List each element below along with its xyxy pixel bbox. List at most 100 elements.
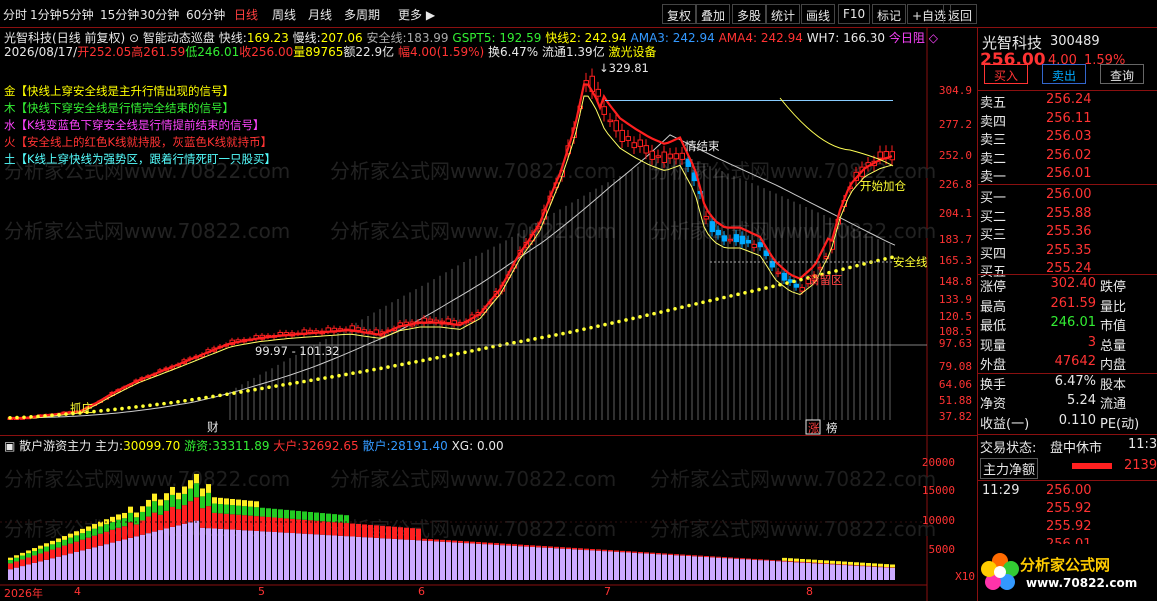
flow-bar-segment (176, 492, 181, 500)
flow-bar-segment (200, 488, 205, 497)
order-label: 买四 (980, 246, 1007, 262)
range-label: 99.97 - 101.32 (255, 344, 340, 358)
bid-row[interactable]: 买一 256.00 (980, 187, 1150, 206)
flow-bar-segment (356, 536, 361, 580)
period-tab-8[interactable]: 月线 (308, 6, 332, 23)
query-button[interactable]: 查询 (1100, 64, 1144, 84)
flow-bar-segment (632, 552, 637, 580)
toolbar-button-2[interactable]: 多股 (732, 4, 767, 24)
period-tab-2[interactable]: 5分钟 (62, 6, 94, 23)
toolbar-button-3[interactable]: 统计 (766, 4, 801, 24)
safe-line-dot (561, 331, 565, 336)
period-tab-4[interactable]: 30分钟 (140, 6, 179, 23)
buy-button[interactable]: 买入 (984, 64, 1028, 84)
flow-bar-segment (248, 506, 253, 516)
ask-row[interactable]: 卖三 256.03 (980, 129, 1150, 148)
flow-bar-segment (566, 549, 571, 580)
safe-line-dot (729, 294, 733, 298)
flow-bar-segment (326, 513, 331, 522)
flow-bar-segment (746, 559, 751, 580)
quote-value: 6.47% (1054, 373, 1096, 389)
period-tab-0[interactable]: 分时 (3, 6, 27, 23)
toolbar-button-4[interactable]: 画线 (801, 4, 836, 24)
flow-bar-segment (518, 544, 523, 547)
toolbar-button-0[interactable]: 复权 (662, 4, 697, 24)
toolbar-button-8[interactable]: 返回 (943, 4, 978, 24)
toolbar-button-1[interactable]: 叠加 (696, 4, 731, 24)
volume-indicator-panel[interactable]: 分析家公式网www.70822.com 分析家公式网www.70822.com 分析… (0, 435, 977, 601)
flow-bar-segment (56, 556, 61, 580)
toolbar-button-5[interactable]: F10 (838, 4, 871, 24)
period-tab-9[interactable]: 多周期 (344, 6, 380, 23)
flow-bar-segment (860, 562, 865, 566)
candle-body (721, 235, 727, 242)
quote-concept: 激光设备 (608, 45, 657, 59)
flow-bar-segment (650, 553, 655, 580)
flow-bar-segment (464, 543, 469, 580)
candle-body (679, 152, 685, 160)
safe-line-dot (43, 414, 47, 418)
flow-bar-segment (854, 565, 859, 566)
period-tab-10[interactable]: 更多 ▶ (398, 6, 435, 23)
flow-bar-segment (284, 532, 289, 580)
bid-row[interactable]: 买四 255.35 (980, 243, 1150, 262)
safe-line-dot (372, 367, 376, 372)
period-tab-1[interactable]: 1分钟 (30, 6, 62, 23)
flow-bar-segment (110, 516, 115, 522)
order-label: 卖四 (980, 114, 1007, 130)
flow-bar-segment (812, 562, 817, 564)
tick-row: 255.92 (980, 501, 1156, 520)
flow-bar-segment (38, 553, 43, 562)
flow-bar-segment (590, 549, 595, 551)
flow-bar-segment (656, 553, 661, 555)
candle-body (637, 139, 643, 147)
period-tab-3[interactable]: 15分钟 (100, 6, 139, 23)
flow-bar-segment (824, 563, 829, 580)
candle-body (607, 119, 613, 123)
flow-bar-segment (614, 551, 619, 580)
period-tab-5[interactable]: 60分钟 (186, 6, 225, 23)
sell-button[interactable]: 卖出 (1042, 64, 1086, 84)
ask-row[interactable]: 卖一 256.01 (980, 166, 1150, 185)
ask-row[interactable]: 卖四 256.11 (980, 111, 1150, 130)
flow-bar-segment (80, 550, 85, 580)
ask-row[interactable]: 卖五 256.24 (980, 92, 1150, 111)
flow-bar-segment (620, 552, 625, 580)
quote-close: 收256.00 (239, 45, 294, 59)
flow-bar-segment (164, 528, 169, 580)
logo-url: www.70822.com (1026, 576, 1138, 590)
safe-line-dot (715, 297, 719, 301)
price-tick-8: 133.9 (938, 293, 972, 306)
bid-row[interactable]: 买三 255.36 (980, 224, 1150, 243)
price-tick-1: 277.2 (938, 118, 972, 131)
flow-bar-segment (770, 560, 775, 580)
toolbar-button-6[interactable]: 标记 (872, 4, 907, 24)
flow-bar-segment (68, 533, 73, 538)
indicator-dropdown-icon[interactable]: ▣ (4, 439, 15, 453)
flow-bar-segment (638, 553, 643, 580)
indicator-title[interactable]: 散户游资主力 (19, 439, 91, 453)
candle-body (781, 272, 787, 281)
flow-bar-segment (350, 523, 355, 537)
signal-annotation-0: 金【快线上穿安全线是主升行情出现的信号】 (4, 84, 234, 98)
flow-bar-segment (170, 486, 175, 495)
capital-flow-chart[interactable]: 分析家公式网www.70822.com 分析家公式网www.70822.com 分析… (0, 436, 977, 601)
flow-bar-segment (62, 539, 67, 546)
period-tab-6[interactable]: 日线 (234, 6, 258, 23)
kline-chart-panel[interactable]: 分析家公式网www.70822.com 分析家公式网www.70822.com 分析… (0, 28, 977, 435)
flow-bar-segment (518, 546, 523, 580)
ask-row[interactable]: 卖二 256.02 (980, 148, 1150, 167)
watermark-text: 分析家公式网www.70822.com (330, 219, 616, 243)
bid-row[interactable]: 买二 255.88 (980, 206, 1150, 225)
flow-bar-segment (176, 509, 181, 526)
logo-text: 分析家公式网 (1020, 556, 1111, 574)
flow-bar-segment (218, 513, 223, 529)
flow-bar-segment (662, 554, 667, 580)
flow-bar-segment (680, 554, 685, 556)
flow-bar-segment (158, 505, 163, 515)
flow-bar-segment (422, 538, 427, 541)
volume-axis: 20000 15000 10000 5000 X10 (922, 436, 977, 601)
flow-bar-segment (446, 542, 451, 580)
period-tab-7[interactable]: 周线 (272, 6, 296, 23)
flow-bar-segment (212, 503, 217, 513)
